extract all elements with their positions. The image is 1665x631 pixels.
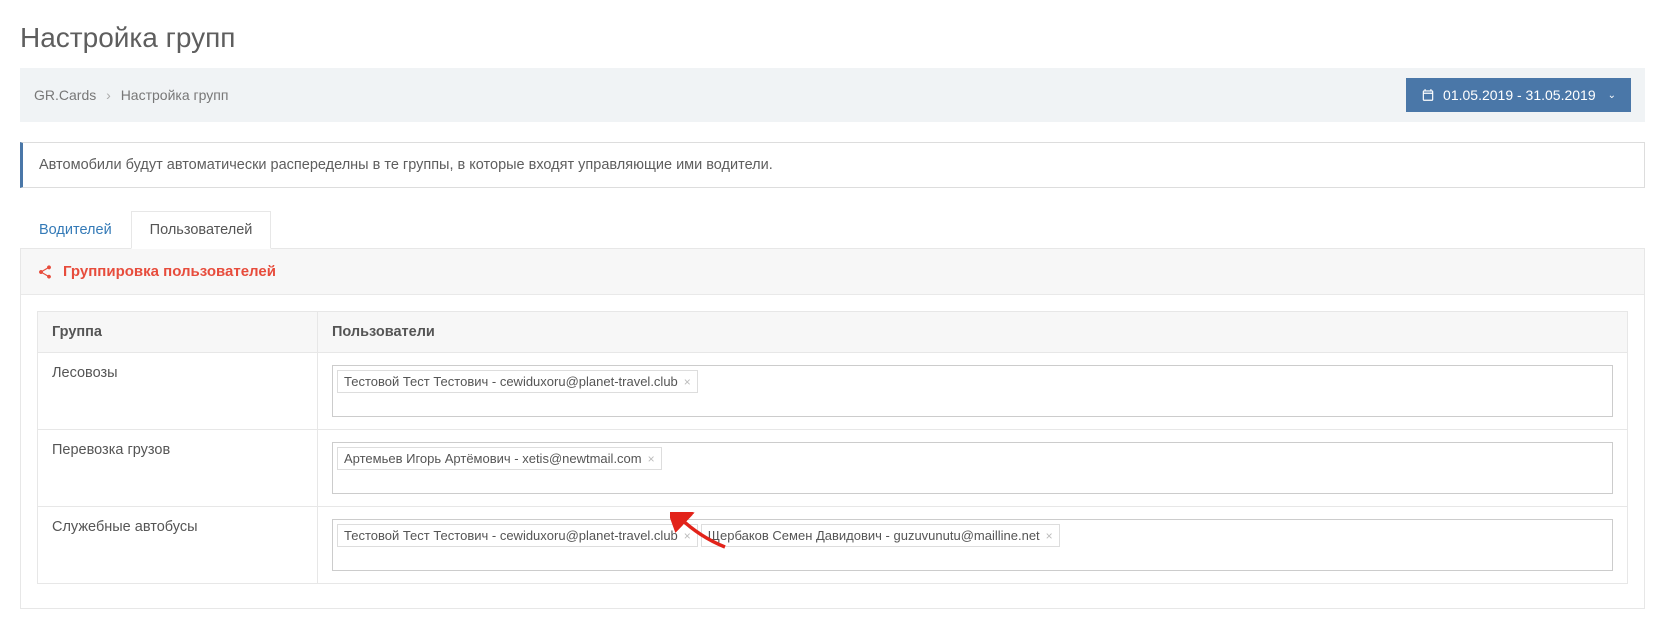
- user-tag[interactable]: Тестовой Тест Тестович - cewiduxoru@plan…: [337, 524, 698, 547]
- group-name-cell: Перевозка грузов: [38, 430, 318, 507]
- date-range-picker[interactable]: 01.05.2019 - 31.05.2019 ⌄: [1406, 78, 1631, 112]
- close-icon[interactable]: ×: [684, 376, 691, 388]
- breadcrumb-bar: GR.Cards › Настройка групп 01.05.2019 - …: [20, 68, 1645, 122]
- tab-users[interactable]: Пользователей: [131, 211, 272, 249]
- groups-table: Группа Пользователи Лесовозы Тестовой Тес…: [37, 311, 1628, 584]
- user-tag-label: Тестовой Тест Тестович - cewiduxoru@plan…: [344, 528, 678, 543]
- panel-heading: Группировка пользователей: [21, 249, 1644, 295]
- user-tag-label: Щербаков Семен Давидович - guzuvunutu@ma…: [708, 528, 1040, 543]
- chevron-down-icon: ⌄: [1608, 90, 1616, 101]
- tabs: Водителей Пользователей: [20, 210, 1645, 249]
- users-cell: Артемьев Игорь Артёмович - xetis@newtmai…: [318, 430, 1628, 507]
- panel-title: Группировка пользователей: [63, 263, 276, 280]
- user-tag-label: Тестовой Тест Тестович - cewiduxoru@plan…: [344, 374, 678, 389]
- close-icon[interactable]: ×: [1046, 530, 1053, 542]
- close-icon[interactable]: ×: [648, 453, 655, 465]
- group-name-cell: Служебные автобусы: [38, 507, 318, 584]
- panel: Группировка пользователей Группа Пользов…: [20, 249, 1645, 609]
- users-cell: Тестовой Тест Тестович - cewiduxoru@plan…: [318, 353, 1628, 430]
- tag-input[interactable]: Тестовой Тест Тестович - cewiduxoru@plan…: [332, 519, 1613, 571]
- table-row: Перевозка грузов Артемьев Игорь Артёмович…: [38, 430, 1628, 507]
- calendar-icon: [1421, 88, 1435, 102]
- user-tag[interactable]: Тестовой Тест Тестович - cewiduxoru@plan…: [337, 370, 698, 393]
- info-box: Автомобили будут автоматически распереде…: [20, 142, 1645, 188]
- tag-input[interactable]: Тестовой Тест Тестович - cewiduxoru@plan…: [332, 365, 1613, 417]
- table-row: Служебные автобусы Тестовой Тест Тестович…: [38, 507, 1628, 584]
- breadcrumb-root[interactable]: GR.Cards: [34, 87, 96, 103]
- share-icon: [37, 264, 53, 280]
- user-tag-label: Артемьев Игорь Артёмович - xetis@newtmai…: [344, 451, 642, 466]
- group-name-cell: Лесовозы: [38, 353, 318, 430]
- users-cell: Тестовой Тест Тестович - cewiduxoru@plan…: [318, 507, 1628, 584]
- breadcrumb: GR.Cards › Настройка групп: [34, 87, 228, 103]
- tag-input[interactable]: Артемьев Игорь Артёмович - xetis@newtmai…: [332, 442, 1613, 494]
- col-header-group: Группа: [38, 312, 318, 353]
- user-tag[interactable]: Артемьев Игорь Артёмович - xetis@newtmai…: [337, 447, 662, 470]
- table-wrap: Группа Пользователи Лесовозы Тестовой Тес…: [21, 295, 1644, 608]
- tab-drivers[interactable]: Водителей: [20, 211, 131, 249]
- close-icon[interactable]: ×: [684, 530, 691, 542]
- breadcrumb-separator: ›: [106, 87, 111, 103]
- user-tag[interactable]: Щербаков Семен Давидович - guzuvunutu@ma…: [701, 524, 1060, 547]
- col-header-users: Пользователи: [318, 312, 1628, 353]
- breadcrumb-current: Настройка групп: [121, 87, 229, 103]
- page-title: Настройка групп: [20, 22, 1645, 54]
- table-row: Лесовозы Тестовой Тест Тестович - cewidux…: [38, 353, 1628, 430]
- date-range-label: 01.05.2019 - 31.05.2019: [1443, 87, 1596, 103]
